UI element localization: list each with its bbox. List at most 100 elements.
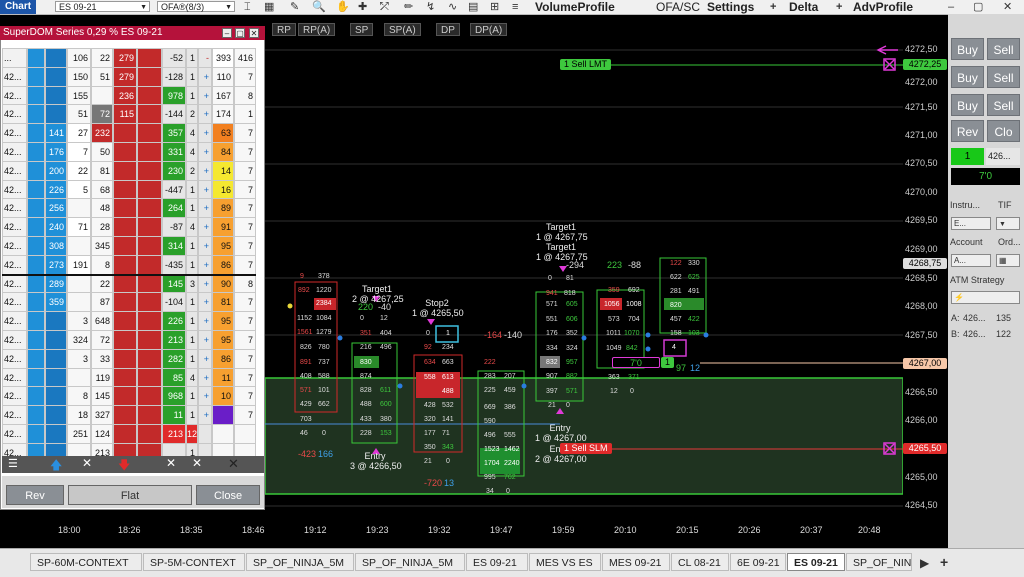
- hand-icon[interactable]: ✋: [336, 0, 350, 14]
- tab-es-09-21-active[interactable]: ES 09-21: [787, 553, 845, 571]
- arrow-down-icon[interactable]: 🡇: [118, 456, 130, 477]
- ladder-cell-askv[interactable]: 236: [113, 85, 137, 106]
- ladder-cell-bidv[interactable]: 5: [67, 179, 91, 200]
- ladder-cell-askv[interactable]: [113, 405, 137, 425]
- tif-select[interactable]: ▼: [996, 217, 1020, 230]
- ladder-cell-bid[interactable]: [45, 66, 67, 87]
- ladder-cell-bid[interactable]: 256: [45, 198, 67, 219]
- ladder-cell-bid[interactable]: [45, 48, 67, 68]
- tab-cl-08-21[interactable]: CL 08-21: [671, 553, 729, 571]
- ladder-cell-ask[interactable]: 648: [91, 311, 113, 331]
- ladder-cell-ask[interactable]: 345: [91, 236, 113, 256]
- drawing-tools-icon[interactable]: ✏: [404, 0, 413, 14]
- ladder-cell-bidv[interactable]: 106: [67, 48, 91, 68]
- ladder-cell-bid[interactable]: 141: [45, 123, 67, 143]
- cancel-all-icon[interactable]: ✕: [192, 456, 202, 470]
- ladder-cell-ask[interactable]: 51: [91, 66, 113, 87]
- sell-stop-order-tag[interactable]: 1 Sell SLM: [560, 443, 612, 454]
- ladder-cell-bid[interactable]: [45, 405, 67, 425]
- tab-scroll-right-icon[interactable]: ▶: [920, 556, 929, 570]
- ladder-cell-bidv[interactable]: [67, 292, 91, 313]
- strategy-icon[interactable]: ↯: [426, 0, 435, 14]
- ofa-sc-button[interactable]: OFA/SC: [656, 0, 700, 14]
- ladder-cell-askv[interactable]: [113, 236, 137, 256]
- account-select[interactable]: A...: [951, 254, 991, 267]
- ladder-cell-bid[interactable]: 240: [45, 217, 67, 237]
- ladder-cell-ask[interactable]: 72: [91, 330, 113, 350]
- ladder-cell-askv[interactable]: [113, 273, 137, 294]
- adv-profile-button[interactable]: AdvProfile: [853, 0, 913, 14]
- instrument-select[interactable]: E...: [951, 217, 991, 230]
- tab-sp-of-ninja[interactable]: SP_OF_NINJA: [846, 553, 912, 571]
- bar-style-icon[interactable]: ⌶: [244, 0, 251, 14]
- settings-button[interactable]: Settings: [707, 0, 754, 14]
- rev-button[interactable]: Rev: [6, 485, 64, 505]
- chart-menu-button[interactable]: Chart: [0, 0, 36, 14]
- atm-strategy-select[interactable]: ⚡: [951, 291, 1020, 304]
- ladder-cell-bidv[interactable]: 51: [67, 104, 91, 125]
- ladder-cell-bid[interactable]: [45, 424, 67, 444]
- ladder-cell-askv[interactable]: [113, 160, 137, 181]
- chart-tab-sp-a[interactable]: SP(A): [384, 23, 421, 36]
- data-series-icon[interactable]: ▦: [264, 0, 274, 14]
- properties-icon[interactable]: ▤: [468, 0, 478, 14]
- ladder-cell-bid[interactable]: [45, 367, 67, 388]
- ladder-cell-bidv[interactable]: 251: [67, 424, 91, 444]
- ladder-cell-ask[interactable]: 22: [91, 48, 113, 68]
- ladder-cell-askv[interactable]: [113, 311, 137, 331]
- cancel-sell-orders-icon[interactable]: ✕: [166, 456, 176, 470]
- ladder-cell-bidv[interactable]: [67, 367, 91, 388]
- ladder-cell-bidv[interactable]: [67, 198, 91, 219]
- ladder-cell-bid[interactable]: [45, 311, 67, 331]
- maximize-icon[interactable]: ▢: [235, 28, 245, 38]
- ladder-cell-ask[interactable]: 68: [91, 179, 113, 200]
- sell-button[interactable]: Sell: [987, 94, 1020, 116]
- ladder-cell-bidv[interactable]: 18: [67, 405, 91, 425]
- ladder-cell-ask[interactable]: 232: [91, 123, 113, 143]
- chart-trader-icon[interactable]: ⊞: [490, 0, 499, 14]
- ladder-cell-bidv[interactable]: [67, 236, 91, 256]
- chart-tab-rp[interactable]: RP: [272, 23, 296, 36]
- ladder-cell-askv[interactable]: 115: [113, 104, 137, 125]
- ladder-cell-askv[interactable]: [113, 348, 137, 369]
- ladder-cell-askv[interactable]: 279: [113, 48, 137, 68]
- close-icon[interactable]: ✕: [1003, 0, 1012, 14]
- ladder-cell-bidv[interactable]: 3: [67, 348, 91, 369]
- reverse-button[interactable]: Rev: [951, 120, 984, 142]
- ladder-cell-ask[interactable]: 119: [91, 367, 113, 388]
- ladder-cell-bidv[interactable]: 155: [67, 85, 91, 106]
- ladder-cell-bidv[interactable]: 3: [67, 311, 91, 331]
- ladder-cell-bid[interactable]: [45, 386, 67, 407]
- indicator-selector[interactable]: OFA®(8/3) ▼: [157, 1, 235, 12]
- chart-tab-sp[interactable]: SP: [350, 23, 374, 36]
- move-icon[interactable]: ⤱: [380, 0, 389, 14]
- buy-button[interactable]: Buy: [951, 66, 984, 88]
- ladder-cell-bidv[interactable]: 22: [67, 160, 91, 181]
- chart-tab-dp[interactable]: DP: [436, 23, 460, 36]
- tab-mes-09-21[interactable]: MES 09-21: [602, 553, 670, 571]
- superdom-ladder[interactable]: ... 106 22 279 -52 1-393 416 42... 150 51 279 -128 1…: [2, 48, 264, 463]
- ladder-cell-ask[interactable]: 22: [91, 273, 113, 294]
- sell-button[interactable]: Sell: [987, 38, 1020, 60]
- close-icon[interactable]: ✕: [249, 28, 259, 38]
- ladder-cell-ask[interactable]: 28: [91, 217, 113, 237]
- delta-button[interactable]: Delta: [789, 0, 818, 14]
- tab-sp-60m-context[interactable]: SP-60M-CONTEXT: [30, 553, 142, 571]
- minimize-icon[interactable]: –: [222, 28, 232, 38]
- arrow-up-icon[interactable]: 🡅: [50, 456, 62, 477]
- ladder-cell-bid[interactable]: 200: [45, 160, 67, 181]
- ladder-cell-ask[interactable]: 48: [91, 198, 113, 219]
- close-button[interactable]: Close: [196, 485, 260, 505]
- buy-button[interactable]: Buy: [951, 94, 984, 116]
- layout-icon[interactable]: ≡: [512, 0, 518, 14]
- ladder-cell-ask[interactable]: 8: [91, 254, 113, 275]
- ladder-cell-askv[interactable]: [113, 179, 137, 200]
- minimize-icon[interactable]: –: [948, 0, 954, 14]
- ladder-cell-bidv[interactable]: 324: [67, 330, 91, 350]
- sell-limit-order-tag[interactable]: 1 Sell LMT: [560, 59, 612, 70]
- buy-button[interactable]: Buy: [951, 38, 984, 60]
- close-position-icon[interactable]: ✕: [228, 456, 239, 472]
- ladder-cell-ask[interactable]: 87: [91, 292, 113, 313]
- indicator-icon[interactable]: ∿: [448, 0, 457, 14]
- ladder-cell-bid[interactable]: 176: [45, 142, 67, 162]
